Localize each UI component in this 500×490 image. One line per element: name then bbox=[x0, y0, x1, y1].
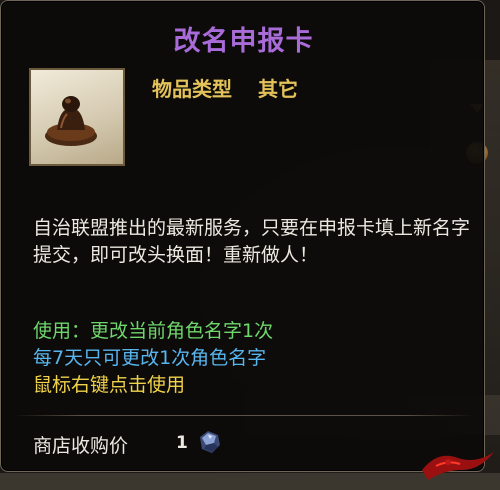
usage-hint-text: 鼠标右键点击使用 bbox=[33, 374, 186, 396]
silver-ore-coin-icon bbox=[194, 427, 224, 457]
game-screen: 改名申报卡 物品类型 其它 自治联盟推出的最新服务，只要在申报卡填上新名字提交，即… bbox=[0, 0, 500, 490]
cooldown-text: 每7天只可更改1次角色名字 bbox=[33, 347, 267, 369]
item-type-value: 其它 bbox=[258, 77, 298, 101]
item-name: 改名申报卡 bbox=[173, 26, 314, 57]
stamp-seal-icon bbox=[29, 68, 125, 166]
item-description: 自治联盟推出的最新服务，只要在申报卡填上新名字提交，即可改头换面！重新做人！ bbox=[33, 217, 471, 266]
tooltip-divider bbox=[13, 415, 474, 416]
item-type-row: 物品类型 其它 bbox=[152, 73, 298, 102]
item-tooltip: 改名申报卡 物品类型 其它 自治联盟推出的最新服务，只要在申报卡填上新名字提交，即… bbox=[0, 0, 485, 472]
game-logo-icon bbox=[418, 440, 498, 488]
usage-effect-text: 使用：更改当前角色名字1次 bbox=[33, 320, 274, 342]
shop-price-label: 商店收购价 bbox=[33, 435, 129, 457]
item-type-label: 物品类型 bbox=[152, 77, 232, 101]
shop-price-value: 1 bbox=[176, 433, 188, 453]
